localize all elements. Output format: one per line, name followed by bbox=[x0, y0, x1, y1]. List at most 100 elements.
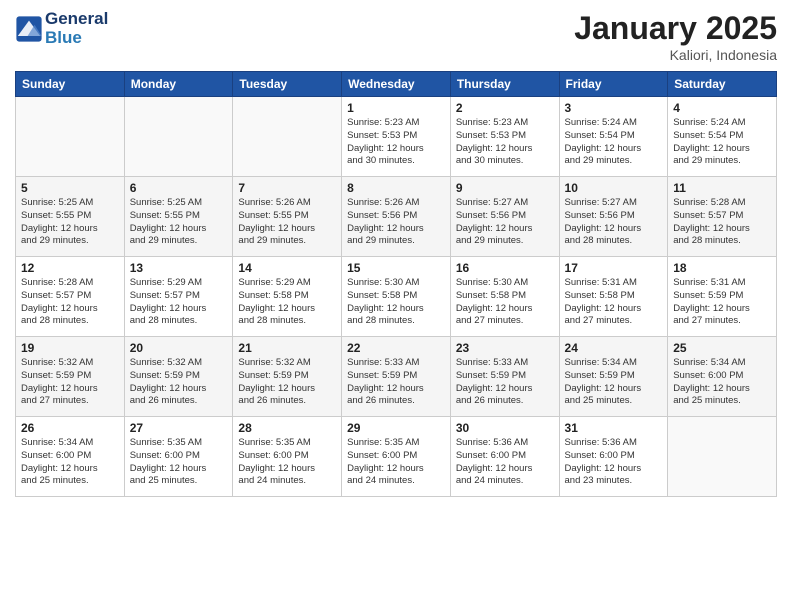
col-thursday: Thursday bbox=[450, 72, 559, 97]
day-number: 7 bbox=[238, 181, 336, 195]
calendar-cell: 15 Sunrise: 5:30 AM Sunset: 5:58 PM Dayli… bbox=[342, 257, 451, 337]
day-number: 3 bbox=[565, 101, 663, 115]
month-title: January 2025 bbox=[574, 10, 777, 47]
day-info: Sunrise: 5:26 AM Sunset: 5:55 PM Dayligh… bbox=[238, 197, 336, 248]
day-number: 4 bbox=[673, 101, 771, 115]
day-number: 8 bbox=[347, 181, 445, 195]
location: Kaliori, Indonesia bbox=[574, 47, 777, 63]
day-number: 1 bbox=[347, 101, 445, 115]
calendar-cell: 13 Sunrise: 5:29 AM Sunset: 5:57 PM Dayli… bbox=[124, 257, 233, 337]
calendar-week-2: 5 Sunrise: 5:25 AM Sunset: 5:55 PM Daylig… bbox=[16, 177, 777, 257]
calendar-cell: 16 Sunrise: 5:30 AM Sunset: 5:58 PM Dayli… bbox=[450, 257, 559, 337]
calendar-week-4: 19 Sunrise: 5:32 AM Sunset: 5:59 PM Dayli… bbox=[16, 337, 777, 417]
day-info: Sunrise: 5:31 AM Sunset: 5:59 PM Dayligh… bbox=[673, 277, 771, 328]
calendar-cell: 7 Sunrise: 5:26 AM Sunset: 5:55 PM Daylig… bbox=[233, 177, 342, 257]
day-number: 2 bbox=[456, 101, 554, 115]
day-info: Sunrise: 5:29 AM Sunset: 5:58 PM Dayligh… bbox=[238, 277, 336, 328]
day-info: Sunrise: 5:32 AM Sunset: 5:59 PM Dayligh… bbox=[21, 357, 119, 408]
calendar-cell: 18 Sunrise: 5:31 AM Sunset: 5:59 PM Dayli… bbox=[668, 257, 777, 337]
calendar-cell: 21 Sunrise: 5:32 AM Sunset: 5:59 PM Dayli… bbox=[233, 337, 342, 417]
day-number: 15 bbox=[347, 261, 445, 275]
calendar-cell bbox=[668, 417, 777, 497]
day-number: 29 bbox=[347, 421, 445, 435]
day-info: Sunrise: 5:36 AM Sunset: 6:00 PM Dayligh… bbox=[456, 437, 554, 488]
day-number: 11 bbox=[673, 181, 771, 195]
calendar-cell: 27Sunrise: 5:35 AM Sunset: 6:00 PM Dayli… bbox=[124, 417, 233, 497]
calendar-cell: 3 Sunrise: 5:24 AM Sunset: 5:54 PM Daylig… bbox=[559, 97, 668, 177]
day-info: Sunrise: 5:36 AM Sunset: 6:00 PM Dayligh… bbox=[565, 437, 663, 488]
day-info: Sunrise: 5:27 AM Sunset: 5:56 PM Dayligh… bbox=[565, 197, 663, 248]
calendar-cell: 11 Sunrise: 5:28 AM Sunset: 5:57 PM Dayli… bbox=[668, 177, 777, 257]
day-number: 30 bbox=[456, 421, 554, 435]
calendar-week-5: 26Sunrise: 5:34 AM Sunset: 6:00 PM Dayli… bbox=[16, 417, 777, 497]
day-info: Sunrise: 5:30 AM Sunset: 5:58 PM Dayligh… bbox=[456, 277, 554, 328]
day-info: Sunrise: 5:34 AM Sunset: 6:00 PM Dayligh… bbox=[673, 357, 771, 408]
day-number: 31 bbox=[565, 421, 663, 435]
day-info: Sunrise: 5:29 AM Sunset: 5:57 PM Dayligh… bbox=[130, 277, 228, 328]
calendar-cell: 30 Sunrise: 5:36 AM Sunset: 6:00 PM Dayli… bbox=[450, 417, 559, 497]
calendar-cell: 9Sunrise: 5:27 AM Sunset: 5:56 PM Daylig… bbox=[450, 177, 559, 257]
day-info: Sunrise: 5:35 AM Sunset: 6:00 PM Dayligh… bbox=[238, 437, 336, 488]
col-friday: Friday bbox=[559, 72, 668, 97]
logo-text-line2: Blue bbox=[45, 29, 108, 48]
day-info: Sunrise: 5:31 AM Sunset: 5:58 PM Dayligh… bbox=[565, 277, 663, 328]
day-number: 21 bbox=[238, 341, 336, 355]
day-number: 14 bbox=[238, 261, 336, 275]
calendar-cell bbox=[124, 97, 233, 177]
day-info: Sunrise: 5:33 AM Sunset: 5:59 PM Dayligh… bbox=[347, 357, 445, 408]
day-info: Sunrise: 5:23 AM Sunset: 5:53 PM Dayligh… bbox=[456, 117, 554, 168]
day-number: 25 bbox=[673, 341, 771, 355]
calendar-cell: 20Sunrise: 5:32 AM Sunset: 5:59 PM Dayli… bbox=[124, 337, 233, 417]
day-info: Sunrise: 5:30 AM Sunset: 5:58 PM Dayligh… bbox=[347, 277, 445, 328]
day-info: Sunrise: 5:24 AM Sunset: 5:54 PM Dayligh… bbox=[565, 117, 663, 168]
calendar-cell: 22 Sunrise: 5:33 AM Sunset: 5:59 PM Dayli… bbox=[342, 337, 451, 417]
logo: General Blue bbox=[15, 10, 108, 47]
header: General Blue January 2025 Kaliori, Indon… bbox=[15, 10, 777, 63]
day-number: 5 bbox=[21, 181, 119, 195]
calendar-cell: 12 Sunrise: 5:28 AM Sunset: 5:57 PM Dayli… bbox=[16, 257, 125, 337]
day-number: 12 bbox=[21, 261, 119, 275]
day-info: Sunrise: 5:32 AM Sunset: 5:59 PM Dayligh… bbox=[238, 357, 336, 408]
calendar-cell: 29 Sunrise: 5:35 AM Sunset: 6:00 PM Dayli… bbox=[342, 417, 451, 497]
calendar-table: Sunday Monday Tuesday Wednesday Thursday… bbox=[15, 71, 777, 497]
day-number: 13 bbox=[130, 261, 228, 275]
col-saturday: Saturday bbox=[668, 72, 777, 97]
day-info: Sunrise: 5:25 AM Sunset: 5:55 PM Dayligh… bbox=[21, 197, 119, 248]
calendar-cell: 10 Sunrise: 5:27 AM Sunset: 5:56 PM Dayli… bbox=[559, 177, 668, 257]
calendar-cell: 1 Sunrise: 5:23 AM Sunset: 5:53 PM Daylig… bbox=[342, 97, 451, 177]
day-info: Sunrise: 5:26 AM Sunset: 5:56 PM Dayligh… bbox=[347, 197, 445, 248]
day-number: 18 bbox=[673, 261, 771, 275]
day-number: 10 bbox=[565, 181, 663, 195]
col-sunday: Sunday bbox=[16, 72, 125, 97]
calendar-header-row: Sunday Monday Tuesday Wednesday Thursday… bbox=[16, 72, 777, 97]
day-number: 17 bbox=[565, 261, 663, 275]
day-info: Sunrise: 5:33 AM Sunset: 5:59 PM Dayligh… bbox=[456, 357, 554, 408]
calendar-page: General Blue January 2025 Kaliori, Indon… bbox=[0, 0, 792, 612]
logo-text-line1: General bbox=[45, 10, 108, 29]
day-number: 26 bbox=[21, 421, 119, 435]
day-info: Sunrise: 5:23 AM Sunset: 5:53 PM Dayligh… bbox=[347, 117, 445, 168]
calendar-cell: 14 Sunrise: 5:29 AM Sunset: 5:58 PM Dayli… bbox=[233, 257, 342, 337]
day-number: 24 bbox=[565, 341, 663, 355]
day-info: Sunrise: 5:28 AM Sunset: 5:57 PM Dayligh… bbox=[673, 197, 771, 248]
col-monday: Monday bbox=[124, 72, 233, 97]
day-number: 19 bbox=[21, 341, 119, 355]
calendar-cell: 26Sunrise: 5:34 AM Sunset: 6:00 PM Dayli… bbox=[16, 417, 125, 497]
col-wednesday: Wednesday bbox=[342, 72, 451, 97]
day-number: 28 bbox=[238, 421, 336, 435]
calendar-cell: 31 Sunrise: 5:36 AM Sunset: 6:00 PM Dayli… bbox=[559, 417, 668, 497]
day-number: 6 bbox=[130, 181, 228, 195]
calendar-cell: 5 Sunrise: 5:25 AM Sunset: 5:55 PM Daylig… bbox=[16, 177, 125, 257]
day-info: Sunrise: 5:35 AM Sunset: 6:00 PM Dayligh… bbox=[347, 437, 445, 488]
day-info: Sunrise: 5:25 AM Sunset: 5:55 PM Dayligh… bbox=[130, 197, 228, 248]
calendar-cell: 2 Sunrise: 5:23 AM Sunset: 5:53 PM Daylig… bbox=[450, 97, 559, 177]
calendar-cell: 23Sunrise: 5:33 AM Sunset: 5:59 PM Dayli… bbox=[450, 337, 559, 417]
calendar-cell: 6 Sunrise: 5:25 AM Sunset: 5:55 PM Daylig… bbox=[124, 177, 233, 257]
day-number: 20 bbox=[130, 341, 228, 355]
calendar-week-3: 12 Sunrise: 5:28 AM Sunset: 5:57 PM Dayli… bbox=[16, 257, 777, 337]
calendar-cell: 28 Sunrise: 5:35 AM Sunset: 6:00 PM Dayli… bbox=[233, 417, 342, 497]
day-number: 22 bbox=[347, 341, 445, 355]
title-block: January 2025 Kaliori, Indonesia bbox=[574, 10, 777, 63]
day-info: Sunrise: 5:28 AM Sunset: 5:57 PM Dayligh… bbox=[21, 277, 119, 328]
day-number: 16 bbox=[456, 261, 554, 275]
